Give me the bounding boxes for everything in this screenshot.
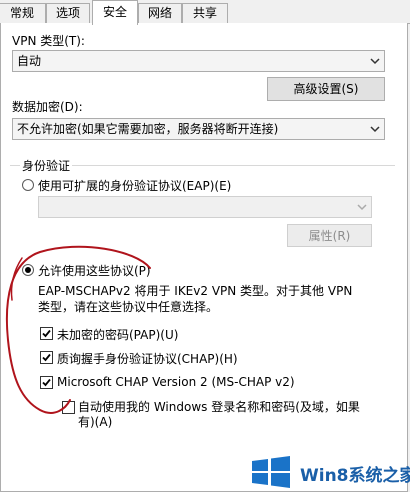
watermark: Win8系统之家 [245, 451, 410, 492]
windows-logo-icon [252, 456, 290, 488]
tab-security[interactable]: 安全 [92, 0, 138, 25]
annotation-circle-icon [5, 245, 151, 414]
watermark-text: Win8系统之家 [300, 466, 410, 486]
tab-label: 安全 [102, 5, 127, 19]
